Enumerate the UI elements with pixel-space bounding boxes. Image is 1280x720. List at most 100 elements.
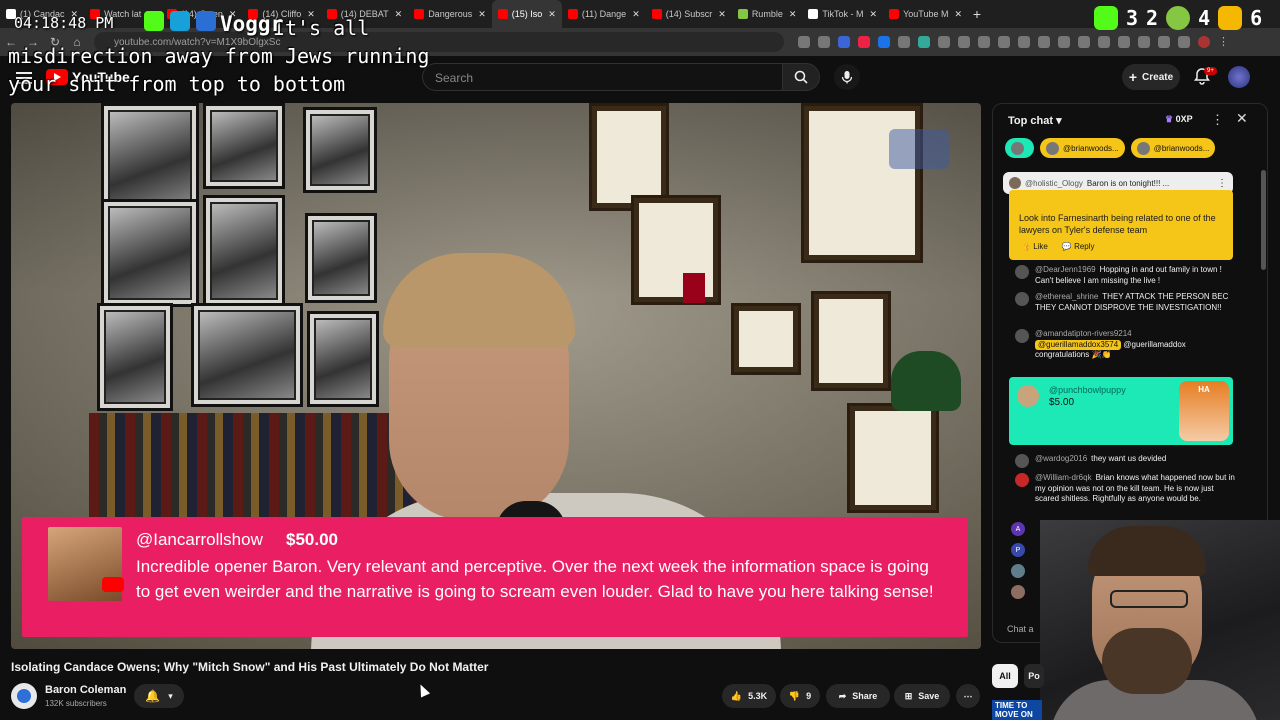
- share-button[interactable]: ➦ Share: [826, 684, 890, 708]
- chat-input[interactable]: Chat a: [1007, 624, 1034, 634]
- browser-tab[interactable]: Rumble ✕: [732, 0, 803, 28]
- extension-icon[interactable]: [1018, 36, 1030, 48]
- browser-tab[interactable]: (15) Iso ✕: [491, 0, 562, 28]
- chat-avatar: [1015, 473, 1029, 487]
- more-icon: ⋯: [963, 690, 973, 701]
- history-icon[interactable]: [1038, 36, 1050, 48]
- extension-icon[interactable]: [998, 36, 1010, 48]
- overlay-clock: 04:18:48 PM: [14, 14, 114, 32]
- browser-tab[interactable]: YouTube M ✕: [883, 0, 968, 28]
- account-avatar[interactable]: [1228, 66, 1250, 88]
- save-button[interactable]: ⊞ Save: [894, 684, 950, 708]
- extension-icon[interactable]: [1178, 36, 1190, 48]
- ticker-item[interactable]: @brianwoods...: [1040, 138, 1125, 158]
- tab-close-icon[interactable]: ✕: [870, 9, 878, 20]
- extension-icon[interactable]: [918, 36, 930, 48]
- xp-badge[interactable]: ♛ 0XP: [1165, 114, 1193, 125]
- like-button[interactable]: 👍 5.3K: [722, 684, 776, 708]
- like-action[interactable]: 👍 Like: [1021, 242, 1048, 251]
- chat-mode-dropdown[interactable]: Top chat ▾: [1008, 114, 1062, 127]
- search-button[interactable]: [782, 63, 820, 91]
- tab-close-icon[interactable]: ✕: [548, 9, 556, 20]
- chat-avatar: [1011, 585, 1025, 599]
- extension-icon[interactable]: [958, 36, 970, 48]
- install-icon[interactable]: [798, 36, 810, 48]
- new-tab-button[interactable]: +: [968, 6, 986, 22]
- tab-favicon-icon: [651, 9, 662, 19]
- bell-icon: 🔔: [145, 689, 161, 703]
- browser-tab[interactable]: (14) Subscr ✕: [646, 0, 732, 28]
- superchat-overlay: @Iancarrollshow $50.00 Incredible opener…: [22, 517, 968, 637]
- browser-tab[interactable]: (11) Dange ✕: [562, 0, 646, 28]
- star-icon[interactable]: [818, 36, 830, 48]
- chat-scrollbar[interactable]: [1261, 170, 1266, 270]
- mouse-cursor: [415, 682, 431, 698]
- extension-icon[interactable]: [878, 36, 890, 48]
- screen: (1) Candac✕Watch lat✕(14) Owen✕(14) Clif…: [0, 0, 1280, 720]
- extension-icon[interactable]: [898, 36, 910, 48]
- extension-icon[interactable]: [1138, 36, 1150, 48]
- chat-author[interactable]: @amandatipton-rivers9214: [1035, 329, 1132, 338]
- tab-close-icon[interactable]: ✕: [632, 9, 640, 20]
- tab-favicon-icon: [808, 9, 819, 19]
- chat-avatar: [1015, 292, 1029, 306]
- ticker-item[interactable]: [1005, 138, 1034, 158]
- voice-search-button[interactable]: [834, 64, 860, 90]
- close-icon[interactable]: ✕: [1236, 110, 1248, 127]
- extension-icon[interactable]: [1158, 36, 1170, 48]
- kick-icon: [1094, 6, 1118, 30]
- shiba-sticker: HA: [1179, 381, 1229, 441]
- ticker-item[interactable]: @brianwoods...: [1130, 138, 1216, 158]
- pinned-more-icon[interactable]: ⋮: [1217, 178, 1227, 189]
- filter-chip-po[interactable]: Po: [1024, 664, 1044, 688]
- counter-b: 2: [1146, 6, 1159, 30]
- profile-icon[interactable]: [1198, 36, 1210, 48]
- tab-label: TikTok - M: [822, 9, 864, 19]
- chat-avatar: [1011, 564, 1025, 578]
- chat-message: @William-dr6qk Brian knows what happened …: [1007, 473, 1235, 505]
- devtools-icon[interactable]: [1078, 36, 1090, 48]
- tab-close-icon[interactable]: ✕: [718, 9, 726, 20]
- tab-close-icon[interactable]: ✕: [478, 9, 486, 20]
- chat-author[interactable]: @wardog2016: [1035, 454, 1087, 463]
- sidebar-icon[interactable]: [1098, 36, 1110, 48]
- wall-photo: [97, 303, 173, 411]
- extension-icon[interactable]: [838, 36, 850, 48]
- overlay-username: Voggr: [220, 12, 284, 36]
- wall-diploma: [731, 303, 801, 375]
- share-label: Share: [852, 691, 878, 701]
- extension-icon[interactable]: [858, 36, 870, 48]
- pinned-card-actions: 👍 Like 💬 Reply: [1021, 242, 1095, 251]
- donation-user[interactable]: @punchbowlpuppy: [1049, 385, 1126, 395]
- chat-message: @ethereal_shrine THEY ATTACK THE PERSON B…: [1007, 292, 1235, 313]
- tab-close-icon[interactable]: ✕: [789, 9, 797, 20]
- streamer-glasses: [1110, 590, 1188, 608]
- chat-author[interactable]: @ethereal_shrine: [1035, 292, 1098, 301]
- channel-avatar[interactable]: [11, 683, 37, 709]
- extension-icons: ⋮: [798, 36, 1230, 48]
- reply-action[interactable]: 💬 Reply: [1062, 242, 1095, 251]
- more-actions-button[interactable]: ⋯: [956, 684, 980, 708]
- filter-chip-all[interactable]: All: [992, 664, 1018, 688]
- subscription-bell-button[interactable]: 🔔 ▾: [134, 684, 184, 708]
- channel-name[interactable]: Baron Coleman: [45, 684, 126, 696]
- extension-icon[interactable]: [938, 36, 950, 48]
- create-button[interactable]: + Create: [1122, 64, 1180, 90]
- search-input[interactable]: Search: [422, 63, 782, 91]
- wall-diploma: [847, 403, 939, 513]
- dislike-button[interactable]: 👎 9: [780, 684, 820, 708]
- streamer-hair: [1088, 526, 1206, 576]
- chat-author[interactable]: @William-dr6qk: [1035, 473, 1092, 482]
- chat-more-icon[interactable]: ⋮: [1211, 112, 1224, 128]
- extension-icon[interactable]: [1058, 36, 1070, 48]
- mention-chip[interactable]: @guerillamaddox3574: [1035, 339, 1122, 350]
- stream-banner: TIME TO MOVE ON: [992, 700, 1042, 720]
- tab-close-icon[interactable]: ✕: [954, 9, 962, 20]
- dislike-count: 9: [806, 691, 812, 701]
- chat-author[interactable]: @DearJenn1969: [1035, 265, 1096, 274]
- counter-d: 6: [1250, 6, 1263, 30]
- browser-tab[interactable]: TikTok - M ✕: [802, 0, 883, 28]
- extension-icon[interactable]: [1118, 36, 1130, 48]
- extension-icon[interactable]: [978, 36, 990, 48]
- browser-menu-icon[interactable]: ⋮: [1218, 36, 1230, 48]
